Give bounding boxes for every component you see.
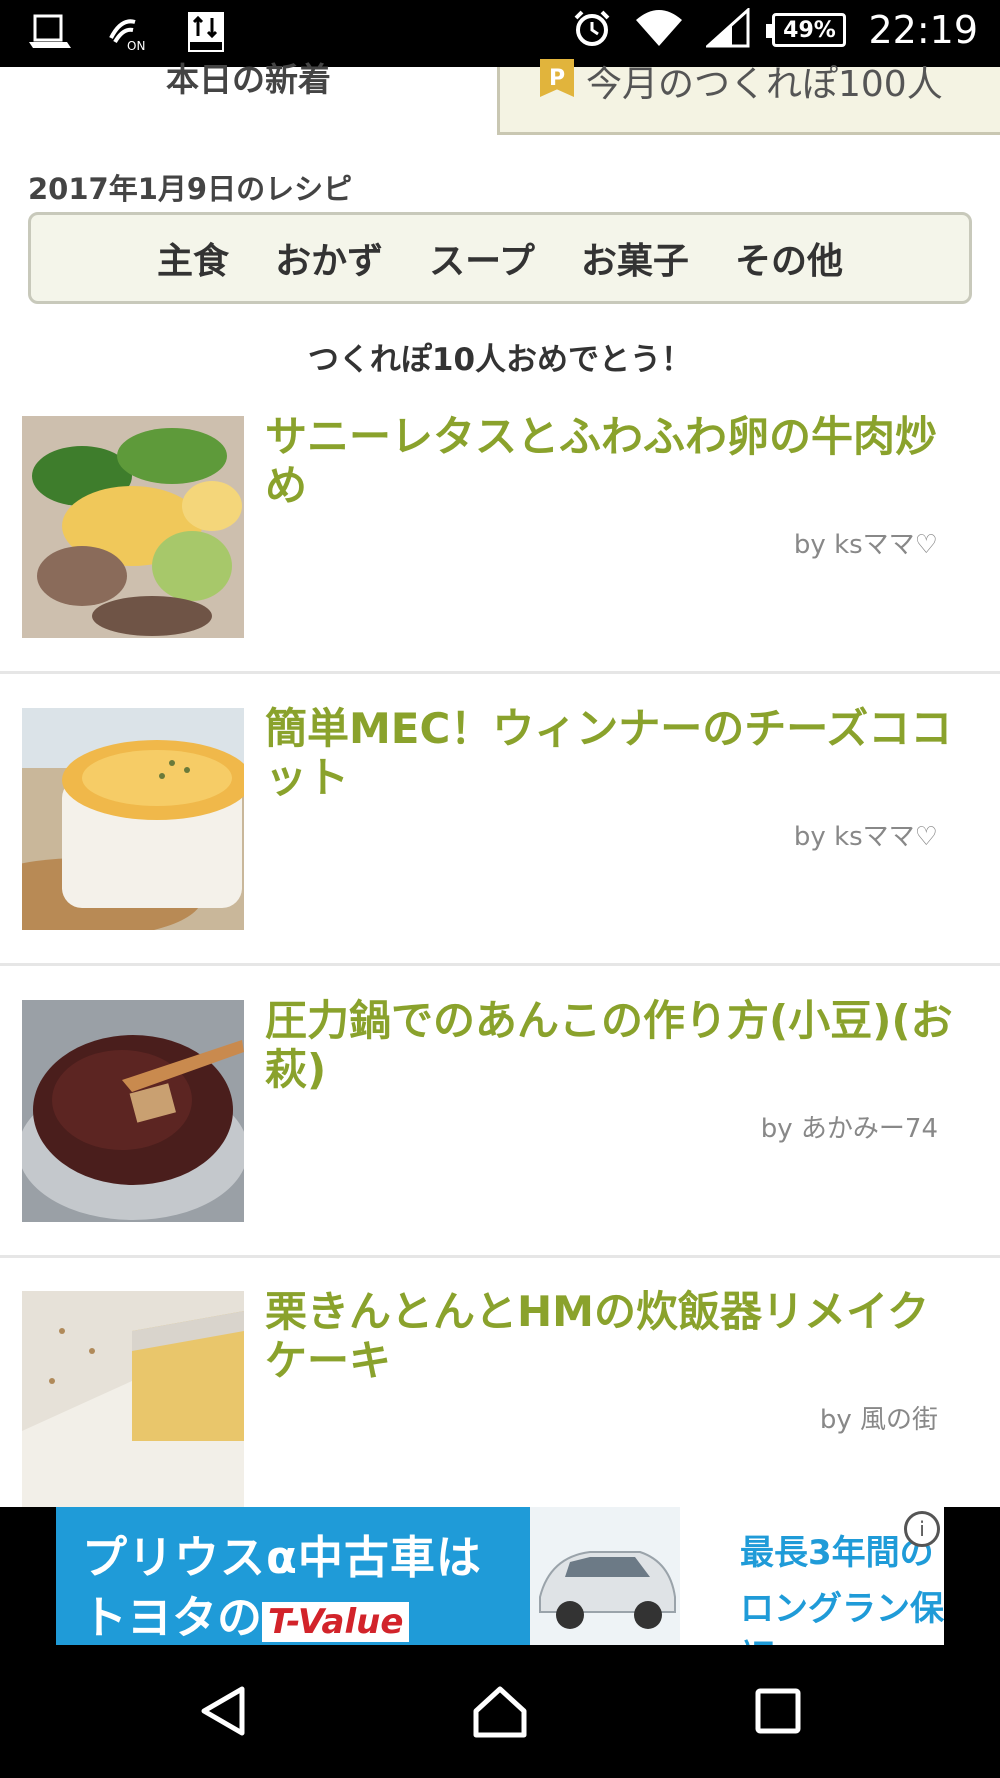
date-heading: 2017年1月9日のレシピ (28, 172, 353, 206)
recipe-title[interactable]: 圧力鍋でのあんこの作り方(小豆)(お萩) (265, 996, 955, 1094)
recipe-item[interactable]: 圧力鍋でのあんこの作り方(小豆)(お萩) by あかみー74 (0, 996, 1000, 1290)
recipe-item[interactable]: 簡単MEC！ウィンナーのチーズココット by ksママ♡ (0, 704, 1000, 998)
wifi-icon (634, 8, 684, 52)
tab-monthly-tsukurepo[interactable]: P 今月のつくれぽ100人 (497, 59, 1000, 135)
ad-right-panel: 最長3年間の ロングラン保証 i (530, 1507, 944, 1645)
clock: 22:19 (868, 8, 978, 52)
tab-new-today-label: 本日の新着 (166, 60, 331, 99)
recipe-thumbnail[interactable] (22, 1000, 244, 1222)
category-other[interactable]: その他 (735, 232, 843, 284)
category-soup[interactable]: スープ (429, 232, 535, 284)
category-side-dish[interactable]: おかず (275, 232, 383, 284)
svg-text:ON: ON (127, 39, 145, 52)
battery-icon: 49% (766, 13, 847, 47)
backup-icon (182, 10, 230, 54)
point-badge-icon: P (540, 59, 574, 97)
divider (0, 671, 1000, 674)
category-sweets[interactable]: お菓子 (581, 232, 689, 284)
recipe-author[interactable]: by ksママ♡ (794, 816, 938, 853)
battery-percent: 49% (783, 17, 836, 43)
ad-subline-prefix: トヨタの (82, 1591, 263, 1644)
ad-warranty-line2: ロングラン保証 (740, 1589, 944, 1645)
ad-info-icon[interactable]: i (904, 1511, 940, 1547)
category-staple[interactable]: 主食 (157, 232, 229, 284)
ad-brand: T-Value (262, 1602, 410, 1642)
recipe-author[interactable]: by 風の街 (820, 1399, 938, 1436)
recipe-title[interactable]: サニーレタスとふわふわ卵の牛肉炒め (265, 412, 955, 510)
ad-container: プリウスα中古車は トヨタのT-Value 最長3年間の ロングラン保証 i (0, 1507, 1000, 1645)
back-icon[interactable] (194, 1681, 254, 1741)
recipe-item[interactable]: サニーレタスとふわふわ卵の牛肉炒め by ksママ♡ (0, 412, 1000, 706)
congrats-heading: つくれぽ10人おめでとう！ (307, 342, 693, 378)
home-icon[interactable] (470, 1681, 530, 1741)
ad-banner[interactable]: プリウスα中古車は トヨタのT-Value 最長3年間の ロングラン保証 i (56, 1507, 944, 1645)
recipe-author[interactable]: by あかみー74 (761, 1108, 938, 1145)
ad-subline: トヨタの T-Value (82, 1581, 410, 1645)
recipe-thumbnail[interactable] (22, 416, 244, 638)
screenshot-icon (26, 10, 74, 54)
recipe-title[interactable]: 簡単MEC！ウィンナーのチーズココット (265, 704, 955, 802)
recipe-title[interactable]: 栗きんとんとHMの炊飯器リメイクケーキ (265, 1287, 955, 1385)
recipe-thumbnail[interactable] (22, 708, 244, 930)
category-bar: 主食 おかず スープ お菓子 その他 (28, 212, 972, 304)
tab-new-today[interactable]: 本日の新着 (0, 60, 497, 135)
alarm-icon (572, 8, 612, 52)
navigation-bar (0, 1645, 1000, 1778)
divider (0, 963, 1000, 966)
tab-bar: 本日の新着 P 今月のつくれぽ100人 (0, 59, 1000, 135)
recipe-thumbnail[interactable] (22, 1291, 244, 1507)
ad-headline: プリウスα中古車は (82, 1531, 482, 1584)
nfc-on-icon: ON (104, 10, 152, 54)
recents-icon[interactable] (748, 1681, 808, 1741)
car-image (530, 1507, 680, 1645)
signal-icon (704, 6, 750, 52)
recipe-author[interactable]: by ksママ♡ (794, 524, 938, 561)
tab-monthly-label: 今月のつくれぽ100人 (586, 64, 943, 105)
divider (0, 1255, 1000, 1258)
